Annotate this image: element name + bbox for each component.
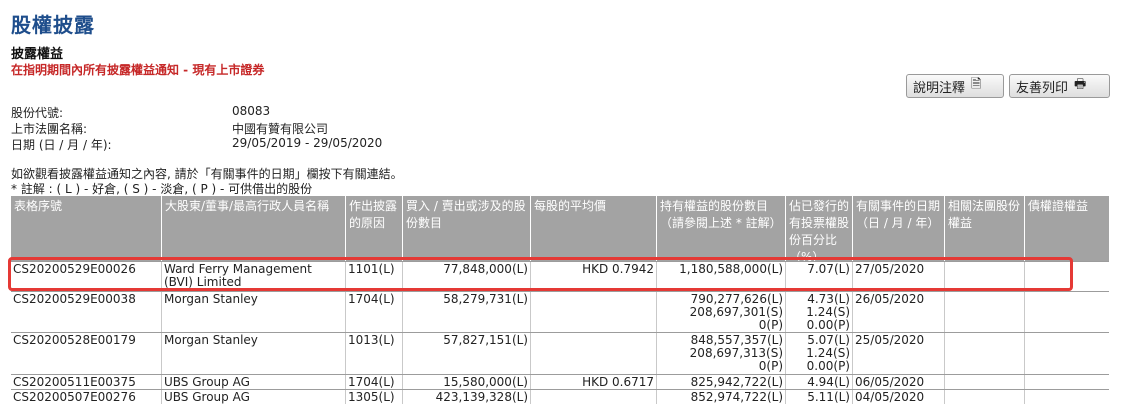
- corporation-interest: [945, 262, 1025, 292]
- avg-price: [531, 333, 657, 375]
- table-row: CS20200529E00026 Ward Ferry Management (…: [11, 261, 1109, 292]
- header-event-date: 有關事件的日期（日 / 月 / 年）: [853, 196, 945, 261]
- event-date-link[interactable]: 04/05/2020: [853, 390, 945, 404]
- holding-shares: 1,180,588,000(L): [657, 262, 786, 292]
- stock-code-label: 股份代號:: [11, 106, 64, 120]
- holding-lending-pool: 0(P): [758, 318, 783, 332]
- pct-long: 7.07(L): [807, 262, 850, 276]
- header-debenture-interest: 債權證權益: [1028, 199, 1089, 213]
- debenture-interest: [1025, 375, 1109, 390]
- holder-name: Morgan Stanley: [162, 292, 346, 333]
- shares-involved: 423,139,328(L): [403, 390, 531, 404]
- event-date-link[interactable]: 06/05/2020: [853, 375, 945, 390]
- table-row: CS20200528E00179 Morgan Stanley 1013(L) …: [11, 332, 1109, 375]
- holder-name: UBS Group AG: [162, 390, 346, 404]
- reason-code: 1013(L): [346, 333, 403, 375]
- reason-code: 1101(L): [346, 262, 403, 292]
- holding-percentage: 4.73(L) 1.24(S) 0.00(P): [786, 292, 853, 333]
- stock-code-value: 08083: [232, 104, 271, 118]
- form-serial-link[interactable]: CS20200511E00375: [11, 375, 162, 390]
- shares-involved: 15,580,000(L): [403, 375, 531, 390]
- holding-long: 825,942,722(L): [690, 375, 783, 389]
- pct-lending-pool: 0.00(P): [806, 318, 850, 332]
- avg-price: [531, 390, 657, 404]
- explain-notes-label: 說明注釋: [913, 80, 966, 96]
- form-serial-link[interactable]: CS20200529E00038: [11, 292, 162, 333]
- holding-lending-pool: 0(P): [758, 359, 783, 373]
- holding-percentage: 4.94(L): [786, 375, 853, 390]
- page-title: 股權披露: [11, 13, 95, 37]
- date-range-label: 日期 (日 / 月 / 年):: [11, 138, 112, 152]
- holding-shares: 790,277,626(L) 208,697,301(S) 0(P): [657, 292, 786, 333]
- corporation-interest: [945, 375, 1025, 390]
- holding-percentage: 7.07(L): [786, 262, 853, 292]
- header-corporation-interest: 相關法團股份權益: [945, 196, 1025, 261]
- pct-long: 4.94(L): [807, 375, 850, 389]
- event-date-link[interactable]: 27/05/2020: [853, 262, 945, 292]
- avg-price: HKD 0.7942: [531, 262, 657, 292]
- scope-description: 在指明期間內所有披露權益通知 - 現有上市證券: [11, 63, 265, 77]
- debenture-interest: [1025, 292, 1109, 333]
- explain-notes-button[interactable]: 說明注釋 🗎: [906, 74, 1004, 98]
- holding-shares: 848,557,357(L) 208,697,313(S) 0(P): [657, 333, 786, 375]
- event-date-link[interactable]: 25/05/2020: [853, 333, 945, 375]
- header-holder-name: 大股東/董事/最高行政人員名稱: [162, 196, 346, 261]
- shares-involved: 77,848,000(L): [403, 262, 531, 292]
- shares-involved: 58,279,731(L): [403, 292, 531, 333]
- table-header: 表格序號 大股東/董事/最高行政人員名稱 作出披露的原因 買入 / 賣出或涉及的…: [11, 196, 1109, 264]
- shares-involved: 57,827,151(L): [403, 333, 531, 375]
- header-percentage: 佔已發行的有投票權股份百分比（%）: [786, 196, 853, 264]
- corporation-interest: [945, 333, 1025, 375]
- avg-price: [531, 292, 657, 333]
- company-name-label: 上市法團名稱:: [11, 122, 88, 136]
- reason-code: 1704(L): [346, 292, 403, 333]
- reason-code: 1305(L): [346, 390, 403, 404]
- holding-shares: 852,974,722(L): [657, 390, 786, 404]
- holding-shares: 825,942,722(L): [657, 375, 786, 390]
- header-form-no: 表格序號: [11, 196, 162, 261]
- header-holding: 持有權益的股份數目（請參閱上述 * 註解）: [657, 196, 786, 261]
- form-serial-link[interactable]: CS20200507E00276: [11, 390, 162, 404]
- pct-lending-pool: 0.00(P): [806, 359, 850, 373]
- event-date-link[interactable]: 26/05/2020: [853, 292, 945, 333]
- document-icon: 🗎: [971, 77, 982, 92]
- header-avg-price: 每股的平均價: [531, 196, 657, 261]
- table-row: CS20200511E00375 UBS Group AG 1704(L) 15…: [11, 374, 1109, 390]
- holding-percentage: 5.07(L) 1.24(S) 0.00(P): [786, 333, 853, 375]
- corporation-interest: [945, 390, 1025, 404]
- holding-long: 852,974,722(L): [690, 390, 783, 404]
- form-serial-link[interactable]: CS20200528E00179: [11, 333, 162, 375]
- corporation-interest: [945, 292, 1025, 333]
- header-shares-involved: 買入 / 賣出或涉及的股份數目: [403, 196, 531, 261]
- print-friendly-label: 友善列印: [1016, 80, 1069, 96]
- company-name-value: 中國有贊有限公司: [232, 122, 329, 136]
- legend-note: * 註解 : ( L ) - 好倉, ( S ) - 淡倉, ( P ) - 可…: [11, 182, 313, 196]
- holding-long: 1,180,588,000(L): [679, 262, 783, 276]
- print-friendly-button[interactable]: 友善列印 🖶: [1009, 74, 1110, 98]
- table-row: CS20200529E00038 Morgan Stanley 1704(L) …: [11, 291, 1109, 333]
- header-reason: 作出披露的原因: [346, 196, 403, 261]
- printer-icon: 🖶: [1074, 77, 1087, 92]
- date-range-value: 29/05/2019 - 29/05/2020: [232, 136, 383, 150]
- holding-percentage: 5.11(L): [786, 390, 853, 404]
- avg-price: HKD 0.6717: [531, 375, 657, 390]
- debenture-interest: [1025, 390, 1109, 404]
- table-row: CS20200507E00276 UBS Group AG 1305(L) 42…: [11, 389, 1109, 404]
- reason-code: 1704(L): [346, 375, 403, 390]
- debenture-interest: [1025, 262, 1109, 292]
- pct-long: 5.11(L): [807, 390, 850, 404]
- form-serial-link[interactable]: CS20200529E00026: [11, 262, 162, 292]
- holder-name: Ward Ferry Management (BVI) Limited: [162, 262, 346, 292]
- debenture-interest: [1025, 333, 1109, 375]
- holder-name: UBS Group AG: [162, 375, 346, 390]
- section-subtitle: 披露權益: [11, 47, 64, 62]
- holder-name: Morgan Stanley: [162, 333, 346, 375]
